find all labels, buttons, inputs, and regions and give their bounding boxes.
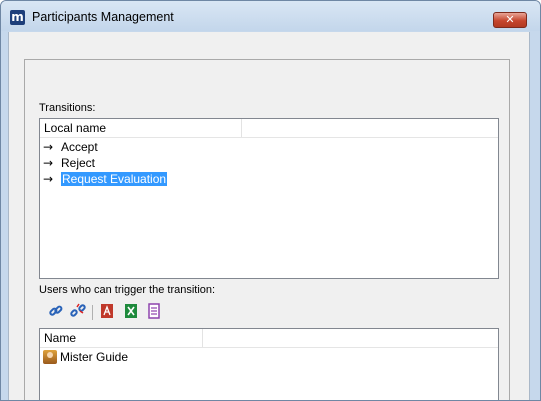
- column-header-local-name[interactable]: Local name: [40, 119, 242, 137]
- close-button[interactable]: ✕: [493, 12, 527, 28]
- document-export-icon[interactable]: [145, 303, 163, 321]
- link-icon[interactable]: [47, 303, 65, 321]
- transition-row-reject[interactable]: → Reject: [43, 156, 95, 171]
- transitions-label: Transitions:: [39, 102, 96, 114]
- title-bar[interactable]: m Participants Management ✕: [1, 1, 540, 31]
- transition-row-request-evaluation[interactable]: → Request Evaluation: [43, 172, 168, 187]
- user-icon: [43, 350, 57, 364]
- user-row-mister-guide[interactable]: Mister Guide: [43, 350, 128, 365]
- excel-export-icon[interactable]: [122, 303, 140, 321]
- transitions-list-header: Local name: [40, 119, 498, 138]
- column-header-empty[interactable]: [242, 119, 498, 137]
- users-list[interactable]: Name Mister Guide: [39, 328, 499, 400]
- transition-name-selected: Request Evaluation: [61, 172, 168, 186]
- participants-management-window: m Participants Management ✕ Transitions:…: [0, 0, 541, 401]
- transition-name: Accept: [61, 140, 98, 154]
- arrow-icon: →: [43, 156, 54, 170]
- user-name: Mister Guide: [60, 350, 129, 364]
- users-list-header: Name: [40, 329, 498, 348]
- transition-name: Reject: [61, 156, 96, 170]
- users-label: Users who can trigger the transition:: [39, 284, 216, 296]
- column-header-name[interactable]: Name: [40, 329, 203, 347]
- arrow-icon: →: [43, 172, 54, 186]
- transition-row-accept[interactable]: → Accept: [43, 140, 98, 155]
- column-header-empty[interactable]: [203, 329, 498, 347]
- transitions-list[interactable]: Local name → Accept → Reject → Request Eval…: [39, 118, 499, 279]
- unlink-icon[interactable]: [69, 303, 87, 321]
- window-title: Participants Management: [32, 10, 174, 24]
- arrow-icon: →: [43, 140, 54, 154]
- app-icon: m: [10, 10, 25, 25]
- pdf-export-icon[interactable]: [98, 303, 116, 321]
- toolbar-separator: [92, 305, 93, 320]
